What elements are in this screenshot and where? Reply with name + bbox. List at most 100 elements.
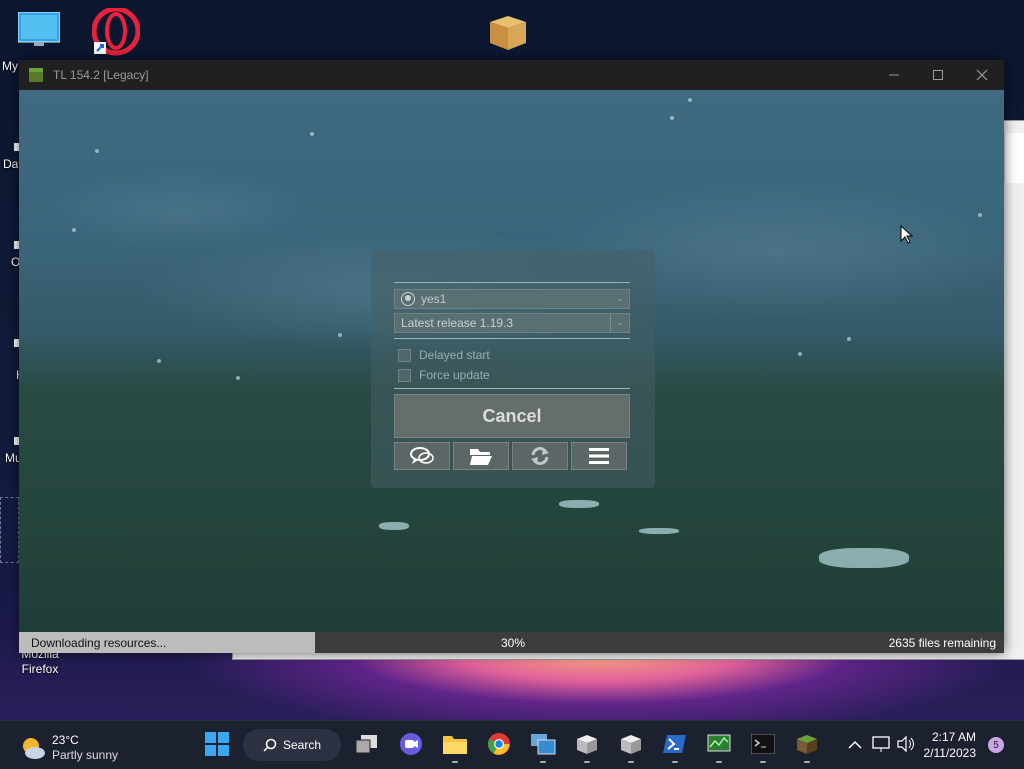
powershell-button[interactable] [662,731,688,757]
snow-patch [819,548,909,568]
clock[interactable]: 2:17 AM 2/11/2023 [924,729,977,761]
force-update-label: Force update [419,368,490,382]
weather-temperature: 23°C [52,733,79,747]
minimize-button[interactable] [872,60,916,90]
dropdown-separator [610,314,611,332]
snow-particle [157,359,161,363]
powershell-icon [663,735,686,753]
task-manager-button[interactable] [706,731,732,757]
notification-badge[interactable]: 5 [988,737,1004,753]
running-indicator [804,761,810,763]
chat-app-icon [400,733,422,755]
chevron-down-icon: ⌄ [616,293,624,303]
weather-widget[interactable]: 23°C Partly sunny [20,733,118,763]
windows-logo-icon [205,732,229,756]
start-button[interactable] [204,731,230,757]
running-indicator [452,761,458,763]
snow-particle [847,337,851,341]
task-view-button[interactable] [354,731,380,757]
chrome-button[interactable] [486,731,512,757]
delayed-start-checkbox[interactable] [398,348,411,362]
app-box-button-1[interactable] [574,731,600,757]
login-panel: yes1 ⌄ Latest release 1.19.3 ⌄ Delayed s… [371,250,655,488]
divider [394,282,630,283]
task-view-icon [355,735,377,754]
chrome-icon [488,733,510,755]
force-update-checkbox[interactable] [398,368,411,382]
close-icon [976,69,988,81]
snow-particle [338,333,342,337]
launcher-window[interactable]: TL 154.2 [Legacy] yes1 ⌄ Latest release … [19,60,1004,653]
app-box-button-2[interactable] [618,731,644,757]
version-label: Latest release 1.19.3 [401,316,514,330]
maximize-button[interactable] [916,60,960,90]
user-icon [401,292,415,306]
opera-icon[interactable] [91,6,141,56]
account-name: yes1 [421,292,447,306]
teams-chat-button[interactable] [398,731,424,757]
tlauncher-button[interactable] [794,731,820,757]
snow-particle [72,228,76,232]
menu-button[interactable] [571,442,627,470]
taskbar: 23°C Partly sunny Search 2:17 AM 2/11/20… [0,720,1024,769]
window-titlebar[interactable]: TL 154.2 [Legacy] [19,60,1004,90]
desktop-selected-icon[interactable] [0,497,19,563]
volume-button[interactable] [893,731,919,757]
search-icon [263,738,277,752]
partly-sunny-icon [23,738,45,759]
show-hidden-icons-button[interactable] [842,731,868,757]
terminal-button[interactable] [750,731,776,757]
mouse-cursor-icon [900,225,914,244]
delayed-start-option[interactable]: Delayed start [398,348,490,362]
windows-stack-icon [531,734,556,755]
delayed-start-label: Delayed start [419,348,490,362]
snow-particle [670,116,674,120]
refresh-button[interactable] [512,442,568,470]
force-update-option[interactable]: Force update [398,368,490,382]
clock-date: 2/11/2023 [923,746,977,760]
launcher-background: yes1 ⌄ Latest release 1.19.3 ⌄ Delayed s… [19,90,1004,632]
chat-button[interactable] [394,442,450,470]
running-indicator [672,761,678,763]
maximize-icon [933,70,943,80]
network-button[interactable] [868,731,894,757]
clock-time: 2:17 AM [931,730,976,744]
version-dropdown[interactable]: Latest release 1.19.3 ⌄ [394,313,630,333]
running-indicator [540,761,546,763]
desktop-label-my: My [2,59,18,73]
account-dropdown[interactable]: yes1 ⌄ [394,289,630,309]
snow-particle [95,149,99,153]
snow-particle [310,132,314,136]
progress-status: Downloading resources... [31,636,167,650]
menu-icon [589,448,609,464]
running-indicator [760,761,766,763]
search-label: Search [282,738,322,752]
snow-patch [639,528,679,534]
grass-block-icon [29,68,43,82]
file-explorer-button[interactable] [442,731,468,757]
background-window-panel [1004,133,1024,183]
progress-percent: 30% [501,636,526,650]
my-computer-icon[interactable] [17,11,61,48]
chat-icon [410,447,434,464]
task-manager-icon [707,734,731,752]
minimize-icon [889,74,899,76]
running-indicator [584,761,590,763]
folder-icon [470,449,492,465]
snow-patch [559,500,599,508]
cancel-button[interactable]: Cancel [394,394,630,438]
folder-button[interactable] [453,442,509,470]
refresh-icon [531,447,549,465]
remote-desktop-button[interactable] [530,731,556,757]
files-remaining: 2635 files remaining [888,636,996,650]
chevron-down-icon: ⌄ [616,317,624,327]
volume-icon [897,735,914,753]
terminal-icon [751,734,775,754]
close-button[interactable] [960,60,1004,90]
taskbar-search[interactable]: Search [243,729,341,761]
divider [394,338,630,339]
running-indicator [716,761,722,763]
grass-block-icon [797,735,817,754]
box-icon [577,735,597,754]
package-icon[interactable] [486,10,528,52]
